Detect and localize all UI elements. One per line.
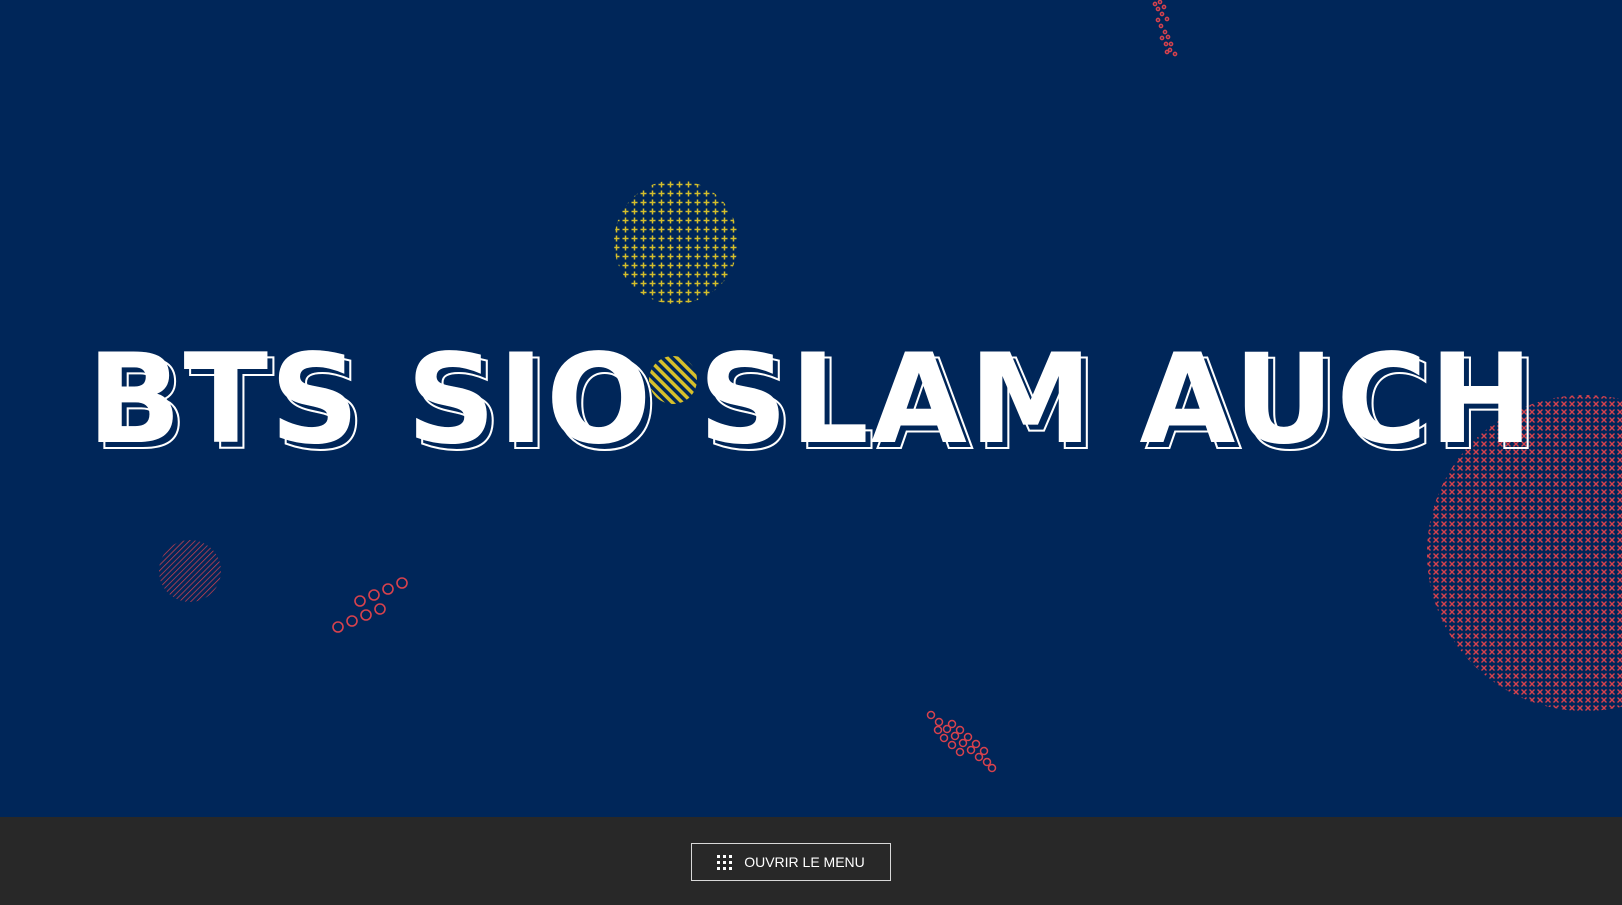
hero-title: BTS SIO SLAM AUCH [86,328,1536,472]
open-menu-label: OUVRIR LE MENU [744,854,865,870]
yellow-grid-circle-decoration [614,180,738,304]
hero-title-container: BTS SIO SLAM AUCH BTS SIO SLAM AUCH [0,328,1622,477]
open-menu-button[interactable]: OUVRIR LE MENU [691,843,891,881]
red-hatched-circle-decoration [159,540,221,602]
footer-bar: OUVRIR LE MENU [0,817,1622,905]
hero-section: BTS SIO SLAM AUCH BTS SIO SLAM AUCH [0,0,1622,817]
grid-icon [717,854,733,870]
